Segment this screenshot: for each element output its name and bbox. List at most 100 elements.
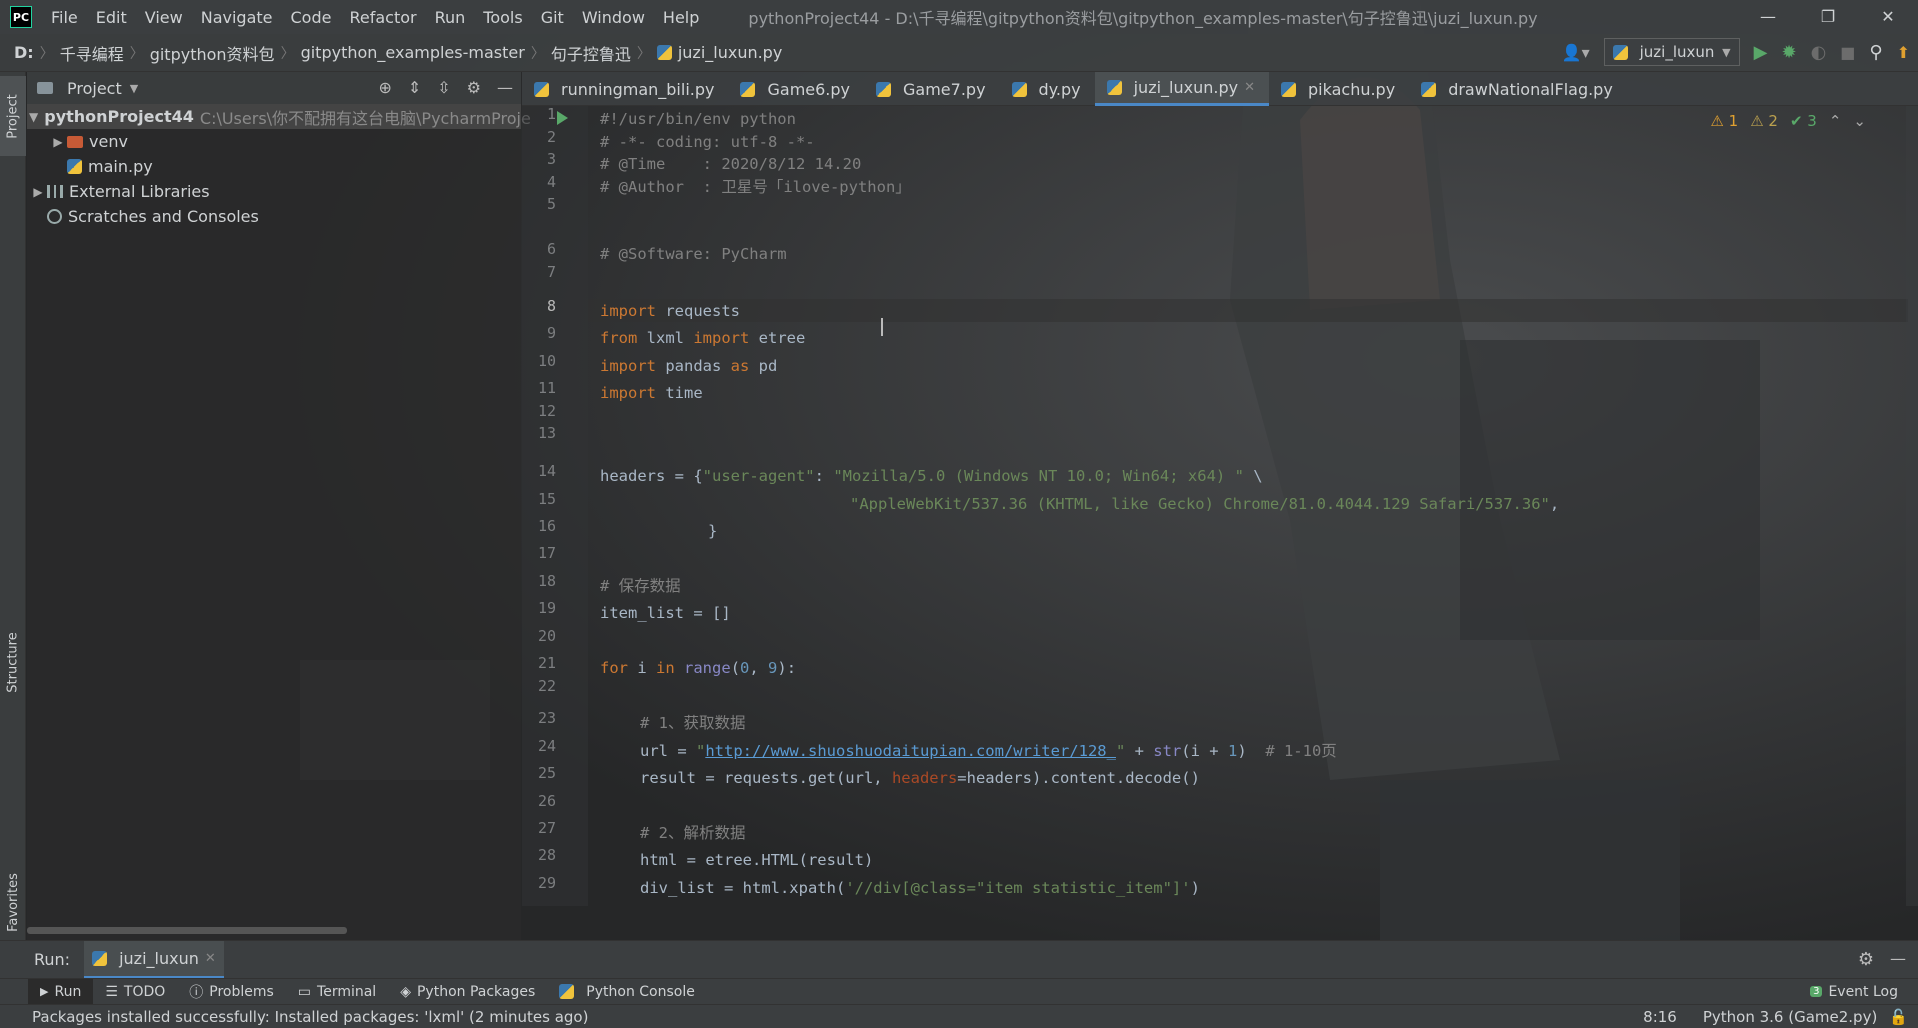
menu-code[interactable]: Code (282, 8, 341, 27)
run-tab-juzi-luxun[interactable]: juzi_luxun ✕ (84, 940, 224, 979)
tab-dy[interactable]: dy.py (1000, 72, 1095, 106)
run-configuration-select[interactable]: juzi_luxun ▼ (1603, 38, 1740, 66)
close-window-button[interactable]: ✕ (1858, 0, 1918, 34)
collapse-all-icon[interactable]: ⇳ (437, 78, 450, 97)
tree-item-scratches[interactable]: Scratches and Consoles (27, 204, 521, 229)
venv-label: venv (89, 132, 128, 151)
chevron-down-icon[interactable]: ▼ (130, 82, 138, 95)
coverage-icon[interactable]: ◐ (1811, 42, 1827, 63)
breadcrumb-folder-4[interactable]: 句子控鲁迅 (545, 41, 637, 65)
favorites-tool-label: Favorites (5, 872, 21, 932)
menu-view[interactable]: View (136, 8, 192, 27)
search-icon[interactable]: ⚲ (1869, 42, 1882, 63)
chevron-down-icon[interactable]: ▼ (29, 110, 38, 124)
interpreter-selector[interactable]: Python 3.6 (Game2.py) (1703, 1008, 1877, 1026)
folder-icon (37, 82, 53, 94)
locate-icon[interactable]: ⊕ (378, 78, 391, 97)
project-tool-tab[interactable]: Project (0, 76, 26, 156)
breadcrumb-drive[interactable]: D: (0, 43, 40, 62)
run-gutter-icon[interactable] (557, 111, 568, 125)
tree-item-project-root[interactable]: ▼ pythonProject44 C:\Users\你不配拥有这台电脑\Pyc… (27, 104, 531, 129)
hide-icon[interactable]: — (1890, 949, 1906, 968)
tab-pikachu[interactable]: pikachu.py (1269, 72, 1409, 106)
project-view-select[interactable]: Project (67, 79, 122, 98)
chevron-up-icon[interactable]: ⌃ (1829, 112, 1842, 130)
toolwindow-run[interactable]: ▶ Run (28, 978, 94, 1005)
expand-all-icon[interactable]: ⇕ (408, 78, 421, 97)
status-message[interactable]: Packages installed successfully: Install… (32, 1008, 588, 1026)
minimize-button[interactable]: — (1738, 0, 1798, 34)
favorites-tool-tab[interactable]: Favorites (0, 862, 26, 942)
close-icon[interactable]: ✕ (1244, 80, 1255, 95)
structure-tool-tab[interactable]: Structure (0, 612, 26, 712)
debug-icon[interactable]: ✹ (1781, 42, 1796, 63)
menu-refactor[interactable]: Refactor (340, 8, 425, 27)
hide-icon[interactable]: — (497, 78, 513, 97)
breadcrumb-folder-2[interactable]: gitpython资料包 (144, 41, 281, 65)
code-line-3: # @Time : 2020/8/12 14.20 (600, 153, 861, 176)
lock-icon[interactable]: 🔓 (1889, 1008, 1908, 1026)
user-icon[interactable]: 👤▾ (1562, 43, 1590, 62)
tab-game6[interactable]: Game6.py (728, 72, 864, 106)
python-file-icon (1011, 81, 1027, 97)
problems-icon: ⓘ (189, 984, 204, 1001)
maximize-button[interactable]: ❐ (1798, 0, 1858, 34)
menu-edit[interactable]: Edit (87, 8, 136, 27)
stop-icon[interactable]: ■ (1840, 43, 1855, 62)
vertical-scrollbar[interactable] (1906, 106, 1918, 906)
identifier: lxml (637, 329, 694, 347)
operator: ) (1190, 879, 1200, 897)
tree-item-external-libraries[interactable]: ▶ External Libraries (27, 179, 521, 204)
tab-runningman-bili[interactable]: runningman_bili.py (522, 72, 728, 106)
tab-label: drawNationalFlag.py (1448, 79, 1613, 99)
chevron-right-icon: 〉 (129, 45, 144, 62)
chevron-down-icon[interactable]: ⌄ (1853, 112, 1866, 130)
identifier: html = etree.HTML(result) (640, 851, 874, 869)
string: '//div[@class="item statistic_item"]' (845, 879, 1191, 897)
tab-label: juzi_luxun.py (1133, 78, 1239, 97)
menu-window[interactable]: Window (573, 8, 654, 27)
line-number: 28 (537, 846, 556, 864)
breadcrumb-folder-1[interactable]: 千寻编程 (54, 41, 130, 65)
number: 0 (740, 659, 750, 677)
menu-tools[interactable]: Tools (474, 8, 531, 27)
folder-icon (67, 135, 83, 148)
tab-draw-national-flag[interactable]: drawNationalFlag.py (1409, 72, 1627, 106)
gear-icon[interactable]: ⚙ (467, 78, 481, 97)
url-link[interactable]: http://www.shuoshuodaitupian.com/writer/… (705, 742, 1116, 760)
code-line-9: from lxml import etree (600, 327, 805, 350)
breadcrumb-file[interactable]: juzi_luxun.py (678, 43, 788, 62)
gear-icon[interactable]: ⚙ (1858, 949, 1874, 970)
menu-git[interactable]: Git (532, 8, 573, 27)
tree-item-venv[interactable]: ▶ venv (27, 129, 521, 154)
toolwindow-event-log[interactable]: 3 Event Log (1798, 979, 1910, 1005)
tree-item-main-py[interactable]: main.py (27, 154, 521, 179)
line-number: 16 (537, 517, 556, 535)
close-icon[interactable]: ✕ (205, 951, 216, 966)
identifier: pd (749, 357, 778, 375)
menu-help[interactable]: Help (654, 8, 708, 27)
toolwindow-terminal[interactable]: ▭ Terminal (286, 979, 388, 1005)
python-file-icon (1281, 81, 1296, 97)
operator: } (708, 522, 718, 540)
tab-game7[interactable]: Game7.py (864, 72, 1000, 106)
horizontal-scrollbar[interactable] (27, 927, 347, 934)
toolwindow-todo[interactable]: ☰ TODO (93, 979, 177, 1005)
code-line-25: result = requests.get(url, headers=heade… (640, 767, 1200, 790)
line-number: 4 (546, 173, 556, 191)
tab-juzi-luxun[interactable]: juzi_luxun.py ✕ (1094, 72, 1269, 106)
chevron-right-icon[interactable]: ▶ (29, 185, 47, 199)
toolwindow-python-packages[interactable]: ◈ Python Packages (388, 979, 547, 1005)
menu-file[interactable]: File (42, 8, 87, 27)
inspection-widget[interactable]: ⚠ 1 ⚠ 2 ✔ 3 ⌃ ⌄ (1710, 112, 1866, 130)
toolwindow-problems[interactable]: ⓘ Problems (177, 979, 286, 1005)
chevron-right-icon[interactable]: ▶ (49, 135, 67, 149)
python-file-icon (1106, 80, 1122, 95)
breadcrumb-folder-3[interactable]: gitpython_examples-master (295, 43, 531, 62)
menu-run[interactable]: Run (426, 8, 475, 27)
toolwindow-python-console[interactable]: Python Console (547, 979, 707, 1005)
caret-position[interactable]: 8:16 (1643, 1008, 1677, 1026)
update-icon[interactable]: ⬆ (1897, 43, 1910, 62)
menu-navigate[interactable]: Navigate (192, 8, 282, 27)
run-icon[interactable]: ▶ (1754, 42, 1768, 63)
